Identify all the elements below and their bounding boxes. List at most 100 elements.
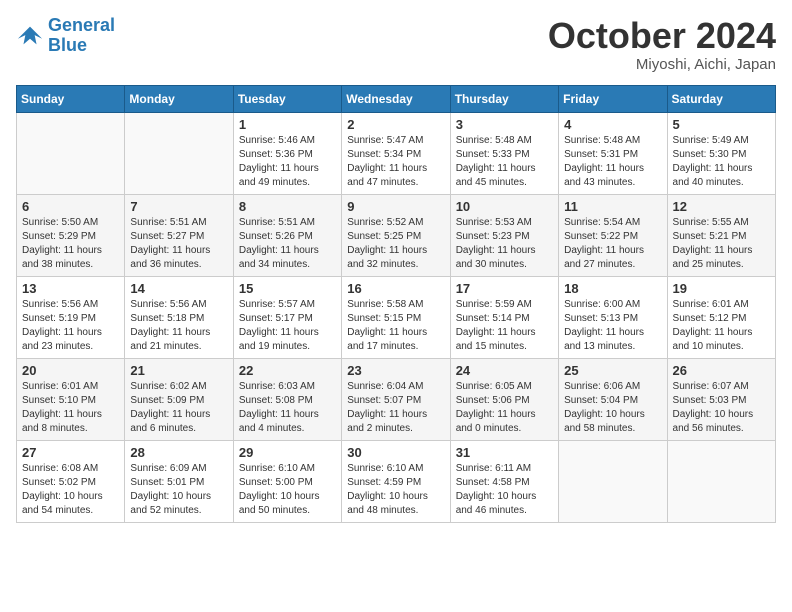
day-info: Sunrise: 5:56 AMSunset: 5:19 PMDaylight:… (22, 298, 119, 354)
day-info: Sunrise: 5:49 AMSunset: 5:30 PMDaylight:… (673, 134, 770, 190)
col-header-tuesday: Tuesday (233, 85, 341, 112)
day-number: 20 (22, 363, 119, 378)
day-info: Sunrise: 5:48 AMSunset: 5:33 PMDaylight:… (456, 134, 553, 190)
calendar-table: SundayMondayTuesdayWednesdayThursdayFrid… (16, 85, 776, 523)
day-info: Sunrise: 6:11 AMSunset: 4:58 PMDaylight:… (456, 462, 553, 518)
calendar-cell (17, 112, 125, 194)
day-number: 18 (564, 281, 661, 296)
calendar-cell: 24Sunrise: 6:05 AMSunset: 5:06 PMDayligh… (450, 358, 558, 440)
day-number: 19 (673, 281, 770, 296)
day-info: Sunrise: 5:51 AMSunset: 5:27 PMDaylight:… (130, 216, 227, 272)
day-info: Sunrise: 6:01 AMSunset: 5:10 PMDaylight:… (22, 380, 119, 436)
calendar-cell: 30 Sunrise: 6:10 AMSunset: 4:59 PMDayligh… (342, 440, 450, 522)
calendar-cell: 22 Sunrise: 6:03 AMSunset: 5:08 PMDayligh… (233, 358, 341, 440)
day-number: 27 (22, 445, 119, 460)
day-info: Sunrise: 6:06 AMSunset: 5:04 PMDaylight:… (564, 380, 661, 436)
day-info: Sunrise: 5:53 AMSunset: 5:23 PMDaylight:… (456, 216, 553, 272)
logo-text: General Blue (48, 16, 115, 56)
col-header-monday: Monday (125, 85, 233, 112)
day-info: Sunrise: 6:07 AMSunset: 5:03 PMDaylight:… (673, 380, 770, 436)
logo: General Blue (16, 16, 115, 56)
calendar-cell: 21 Sunrise: 6:02 AMSunset: 5:09 PMDayligh… (125, 358, 233, 440)
calendar-cell: 4 Sunrise: 5:48 AMSunset: 5:31 PMDaylight… (559, 112, 667, 194)
calendar-cell: 10 Sunrise: 5:53 AMSunset: 5:23 PMDayligh… (450, 194, 558, 276)
calendar-cell: 26 Sunrise: 6:07 AMSunset: 5:03 PMDayligh… (667, 358, 775, 440)
day-info: Sunrise: 5:51 AMSunset: 5:26 PMDaylight:… (239, 216, 336, 272)
page-header: General Blue October 2024 Miyoshi, Aichi… (16, 16, 776, 73)
day-info: Sunrise: 5:50 AMSunset: 5:29 PMDaylight:… (22, 216, 119, 272)
day-number: 4 (564, 117, 661, 132)
day-number: 2 (347, 117, 444, 132)
day-number: 28 (130, 445, 227, 460)
day-info: Sunrise: 6:09 AMSunset: 5:01 PMDaylight:… (130, 462, 227, 518)
week-row-4: 20 Sunrise: 6:01 AMSunset: 5:10 PMDayligh… (17, 358, 776, 440)
day-number: 30 (347, 445, 444, 460)
day-number: 1 (239, 117, 336, 132)
day-info: Sunrise: 6:03 AMSunset: 5:08 PMDaylight:… (239, 380, 336, 436)
calendar-cell (559, 440, 667, 522)
day-number: 9 (347, 199, 444, 214)
day-number: 8 (239, 199, 336, 214)
calendar-cell: 9 Sunrise: 5:52 AMSunset: 5:25 PMDaylight… (342, 194, 450, 276)
day-number: 10 (456, 199, 553, 214)
day-number: 22 (239, 363, 336, 378)
location: Miyoshi, Aichi, Japan (548, 56, 776, 73)
calendar-cell: 6Sunrise: 5:50 AMSunset: 5:29 PMDaylight… (17, 194, 125, 276)
day-info: Sunrise: 5:56 AMSunset: 5:18 PMDaylight:… (130, 298, 227, 354)
day-info: Sunrise: 5:46 AMSunset: 5:36 PMDaylight:… (239, 134, 336, 190)
calendar-cell: 20 Sunrise: 6:01 AMSunset: 5:10 PMDayligh… (17, 358, 125, 440)
logo-line2: Blue (48, 35, 87, 55)
calendar-cell: 14 Sunrise: 5:56 AMSunset: 5:18 PMDayligh… (125, 276, 233, 358)
day-info: Sunrise: 6:00 AMSunset: 5:13 PMDaylight:… (564, 298, 661, 354)
calendar-cell: 7Sunrise: 5:51 AMSunset: 5:27 PMDaylight… (125, 194, 233, 276)
calendar-cell: 18 Sunrise: 6:00 AMSunset: 5:13 PMDayligh… (559, 276, 667, 358)
day-info: Sunrise: 5:55 AMSunset: 5:21 PMDaylight:… (673, 216, 770, 272)
day-info: Sunrise: 5:58 AMSunset: 5:15 PMDaylight:… (347, 298, 444, 354)
calendar-cell: 25 Sunrise: 6:06 AMSunset: 5:04 PMDayligh… (559, 358, 667, 440)
calendar-cell: 8 Sunrise: 5:51 AMSunset: 5:26 PMDaylight… (233, 194, 341, 276)
day-number: 26 (673, 363, 770, 378)
day-number: 29 (239, 445, 336, 460)
week-row-2: 6Sunrise: 5:50 AMSunset: 5:29 PMDaylight… (17, 194, 776, 276)
day-number: 3 (456, 117, 553, 132)
calendar-cell: 28 Sunrise: 6:09 AMSunset: 5:01 PMDayligh… (125, 440, 233, 522)
calendar-cell: 15 Sunrise: 5:57 AMSunset: 5:17 PMDayligh… (233, 276, 341, 358)
day-info: Sunrise: 6:08 AMSunset: 5:02 PMDaylight:… (22, 462, 119, 518)
day-number: 31 (456, 445, 553, 460)
day-info: Sunrise: 6:01 AMSunset: 5:12 PMDaylight:… (673, 298, 770, 354)
calendar-cell: 12Sunrise: 5:55 AMSunset: 5:21 PMDayligh… (667, 194, 775, 276)
day-number: 23 (347, 363, 444, 378)
day-info: Sunrise: 5:48 AMSunset: 5:31 PMDaylight:… (564, 134, 661, 190)
day-info: Sunrise: 5:59 AMSunset: 5:14 PMDaylight:… (456, 298, 553, 354)
day-number: 14 (130, 281, 227, 296)
col-header-sunday: Sunday (17, 85, 125, 112)
calendar-cell (125, 112, 233, 194)
day-number: 13 (22, 281, 119, 296)
calendar-cell: 19 Sunrise: 6:01 AMSunset: 5:12 PMDayligh… (667, 276, 775, 358)
day-number: 25 (564, 363, 661, 378)
day-info: Sunrise: 6:10 AMSunset: 5:00 PMDaylight:… (239, 462, 336, 518)
day-number: 11 (564, 199, 661, 214)
calendar-cell: 11 Sunrise: 5:54 AMSunset: 5:22 PMDayligh… (559, 194, 667, 276)
col-header-saturday: Saturday (667, 85, 775, 112)
day-info: Sunrise: 6:02 AMSunset: 5:09 PMDaylight:… (130, 380, 227, 436)
calendar-cell: 13 Sunrise: 5:56 AMSunset: 5:19 PMDayligh… (17, 276, 125, 358)
day-info: Sunrise: 5:54 AMSunset: 5:22 PMDaylight:… (564, 216, 661, 272)
title-block: October 2024 Miyoshi, Aichi, Japan (548, 16, 776, 73)
logo-icon (16, 22, 44, 50)
header-row: SundayMondayTuesdayWednesdayThursdayFrid… (17, 85, 776, 112)
day-number: 21 (130, 363, 227, 378)
calendar-cell: 23Sunrise: 6:04 AMSunset: 5:07 PMDayligh… (342, 358, 450, 440)
calendar-cell: 1 Sunrise: 5:46 AMSunset: 5:36 PMDaylight… (233, 112, 341, 194)
day-info: Sunrise: 6:10 AMSunset: 4:59 PMDaylight:… (347, 462, 444, 518)
day-info: Sunrise: 6:05 AMSunset: 5:06 PMDaylight:… (456, 380, 553, 436)
day-info: Sunrise: 5:57 AMSunset: 5:17 PMDaylight:… (239, 298, 336, 354)
calendar-cell: 29 Sunrise: 6:10 AMSunset: 5:00 PMDayligh… (233, 440, 341, 522)
day-info: Sunrise: 5:52 AMSunset: 5:25 PMDaylight:… (347, 216, 444, 272)
month-title: October 2024 (548, 16, 776, 56)
day-number: 5 (673, 117, 770, 132)
day-number: 15 (239, 281, 336, 296)
logo-line1: General (48, 15, 115, 35)
calendar-cell: 31 Sunrise: 6:11 AMSunset: 4:58 PMDayligh… (450, 440, 558, 522)
day-number: 17 (456, 281, 553, 296)
